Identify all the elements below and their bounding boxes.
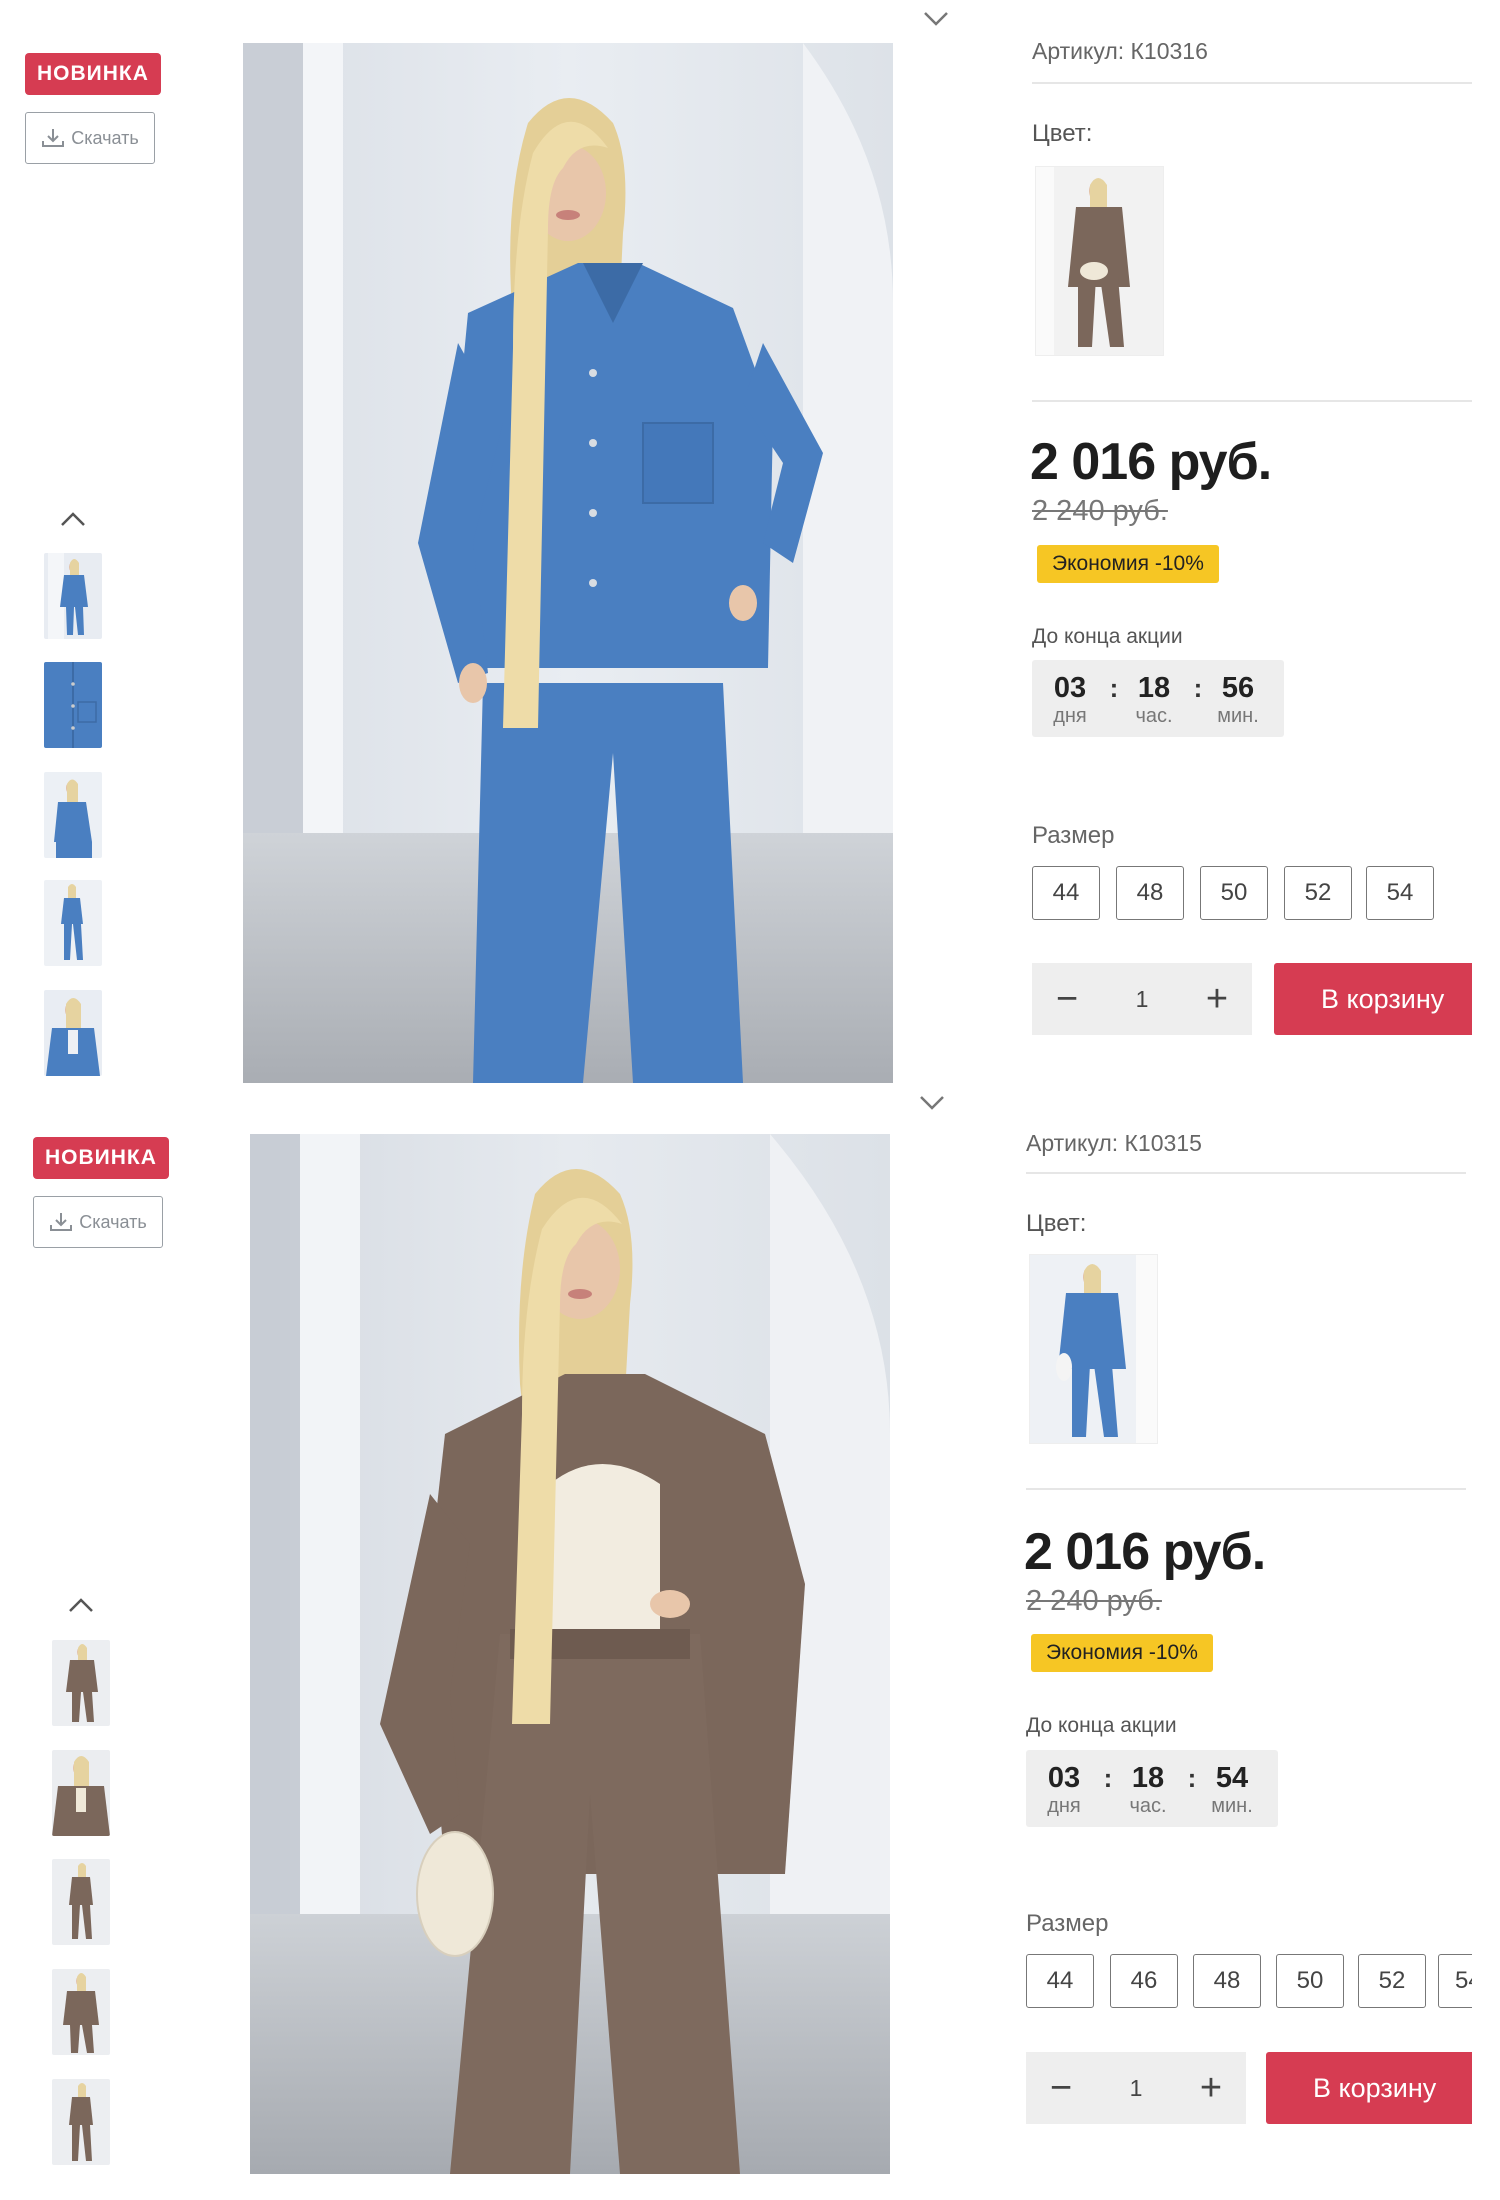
timer-days: 03 [1053, 672, 1087, 704]
price: 2 016 руб. [1030, 433, 1272, 491]
clip-area [1472, 0, 1500, 1092]
timer-minutes: 56 [1221, 672, 1255, 704]
quantity-value[interactable]: 1 [1102, 963, 1182, 1035]
timer-days-label: дня [1053, 705, 1087, 727]
size-option[interactable]: 44 [1026, 1954, 1094, 2008]
download-icon [42, 129, 65, 147]
thumbnail-3[interactable] [44, 772, 102, 858]
price: 2 016 руб. [1024, 1523, 1266, 1581]
timer-separator: : [1109, 673, 1119, 703]
thumbnail-4[interactable] [52, 1969, 110, 2055]
size-option[interactable]: 50 [1200, 866, 1268, 920]
chevron-up-icon[interactable] [66, 1594, 96, 1616]
color-swatch-brown[interactable] [1035, 166, 1164, 356]
divider [1026, 1488, 1466, 1490]
size-label: Размер [1026, 1910, 1109, 1937]
timer-separator: : [1103, 1763, 1113, 1793]
new-badge: НОВИНКА [33, 1137, 169, 1179]
divider [1032, 82, 1472, 84]
timer-hours-label: час. [1129, 1795, 1167, 1817]
discount-badge: Экономия -10% [1031, 1634, 1213, 1672]
download-label: Скачать [71, 127, 139, 148]
article-number: Артикул: К10315 [1026, 1130, 1202, 1156]
divider [1026, 1172, 1466, 1174]
divider [1032, 400, 1472, 402]
timer-days-label: дня [1047, 1795, 1081, 1817]
promo-end-label: До конца акции [1026, 1714, 1177, 1737]
size-option[interactable]: 50 [1276, 1954, 1344, 2008]
thumbnail-5[interactable] [44, 990, 102, 1076]
size-option[interactable]: 52 [1284, 866, 1352, 920]
main-product-photo[interactable] [250, 1134, 890, 2174]
chevron-down-icon[interactable] [922, 8, 950, 28]
thumbnail-5[interactable] [52, 2079, 110, 2165]
add-to-cart-button[interactable]: В корзину [1274, 963, 1484, 1035]
thumbnail-2[interactable] [44, 662, 102, 748]
download-button[interactable]: Скачать [25, 112, 155, 164]
quantity-value[interactable]: 1 [1096, 2052, 1176, 2124]
main-product-photo[interactable] [243, 43, 893, 1083]
discount-badge: Экономия -10% [1037, 545, 1219, 583]
size-option[interactable]: 48 [1116, 866, 1184, 920]
timer-separator: : [1193, 673, 1203, 703]
add-to-cart-button[interactable]: В корзину [1266, 2052, 1476, 2124]
color-label: Цвет: [1032, 120, 1093, 147]
product-card-2: НОВИНКА Скачать Артикул: К10315 Цвет: 2 … [0, 1092, 1500, 2184]
download-label: Скачать [79, 1211, 147, 1232]
timer-hours-label: час. [1135, 705, 1173, 727]
new-badge: НОВИНКА [25, 53, 161, 95]
size-option[interactable]: 52 [1358, 1954, 1426, 2008]
download-button[interactable]: Скачать [33, 1196, 163, 1248]
plus-icon[interactable]: + [1182, 963, 1252, 1035]
size-option[interactable]: 54 [1366, 866, 1434, 920]
color-swatch-blue[interactable] [1029, 1254, 1158, 1444]
size-label: Размер [1032, 822, 1115, 849]
thumbnail-1[interactable] [44, 553, 102, 639]
color-label: Цвет: [1026, 1210, 1087, 1237]
clip-area [1472, 1092, 1500, 2184]
chevron-up-icon[interactable] [58, 508, 88, 530]
timer-days: 03 [1047, 1762, 1081, 1794]
timer-minutes-label: мин. [1217, 705, 1259, 727]
old-price: 2 240 руб. [1032, 495, 1168, 527]
size-option[interactable]: 46 [1110, 1954, 1178, 2008]
thumbnail-1[interactable] [52, 1640, 110, 1726]
promo-end-label: До конца акции [1032, 625, 1183, 648]
timer-hours: 18 [1137, 672, 1171, 704]
timer-separator: : [1187, 1763, 1197, 1793]
thumbnail-4[interactable] [44, 880, 102, 966]
old-price: 2 240 руб. [1026, 1585, 1162, 1617]
minus-icon[interactable]: − [1032, 963, 1102, 1035]
product-card-1: НОВИНКА Скачать Артикул: К10316 Цвет: 2 … [0, 0, 1500, 1092]
thumbnail-3[interactable] [52, 1859, 110, 1945]
size-option[interactable]: 48 [1193, 1954, 1261, 2008]
plus-icon[interactable]: + [1176, 2052, 1246, 2124]
countdown-timer: 03 дня : 18 час. : 54 мин. [1026, 1750, 1278, 1827]
size-option[interactable]: 44 [1032, 866, 1100, 920]
article-number: Артикул: К10316 [1032, 38, 1208, 64]
thumbnail-2[interactable] [52, 1750, 110, 1836]
timer-hours: 18 [1131, 1762, 1165, 1794]
countdown-timer: 03 дня : 18 час. : 56 мин. [1032, 660, 1284, 737]
timer-minutes-label: мин. [1211, 1795, 1253, 1817]
timer-minutes: 54 [1215, 1762, 1249, 1794]
chevron-down-icon[interactable] [918, 1092, 946, 1112]
quantity-stepper: − 1 + [1032, 963, 1252, 1035]
quantity-stepper: − 1 + [1026, 2052, 1246, 2124]
download-icon [50, 1213, 73, 1231]
minus-icon[interactable]: − [1026, 2052, 1096, 2124]
